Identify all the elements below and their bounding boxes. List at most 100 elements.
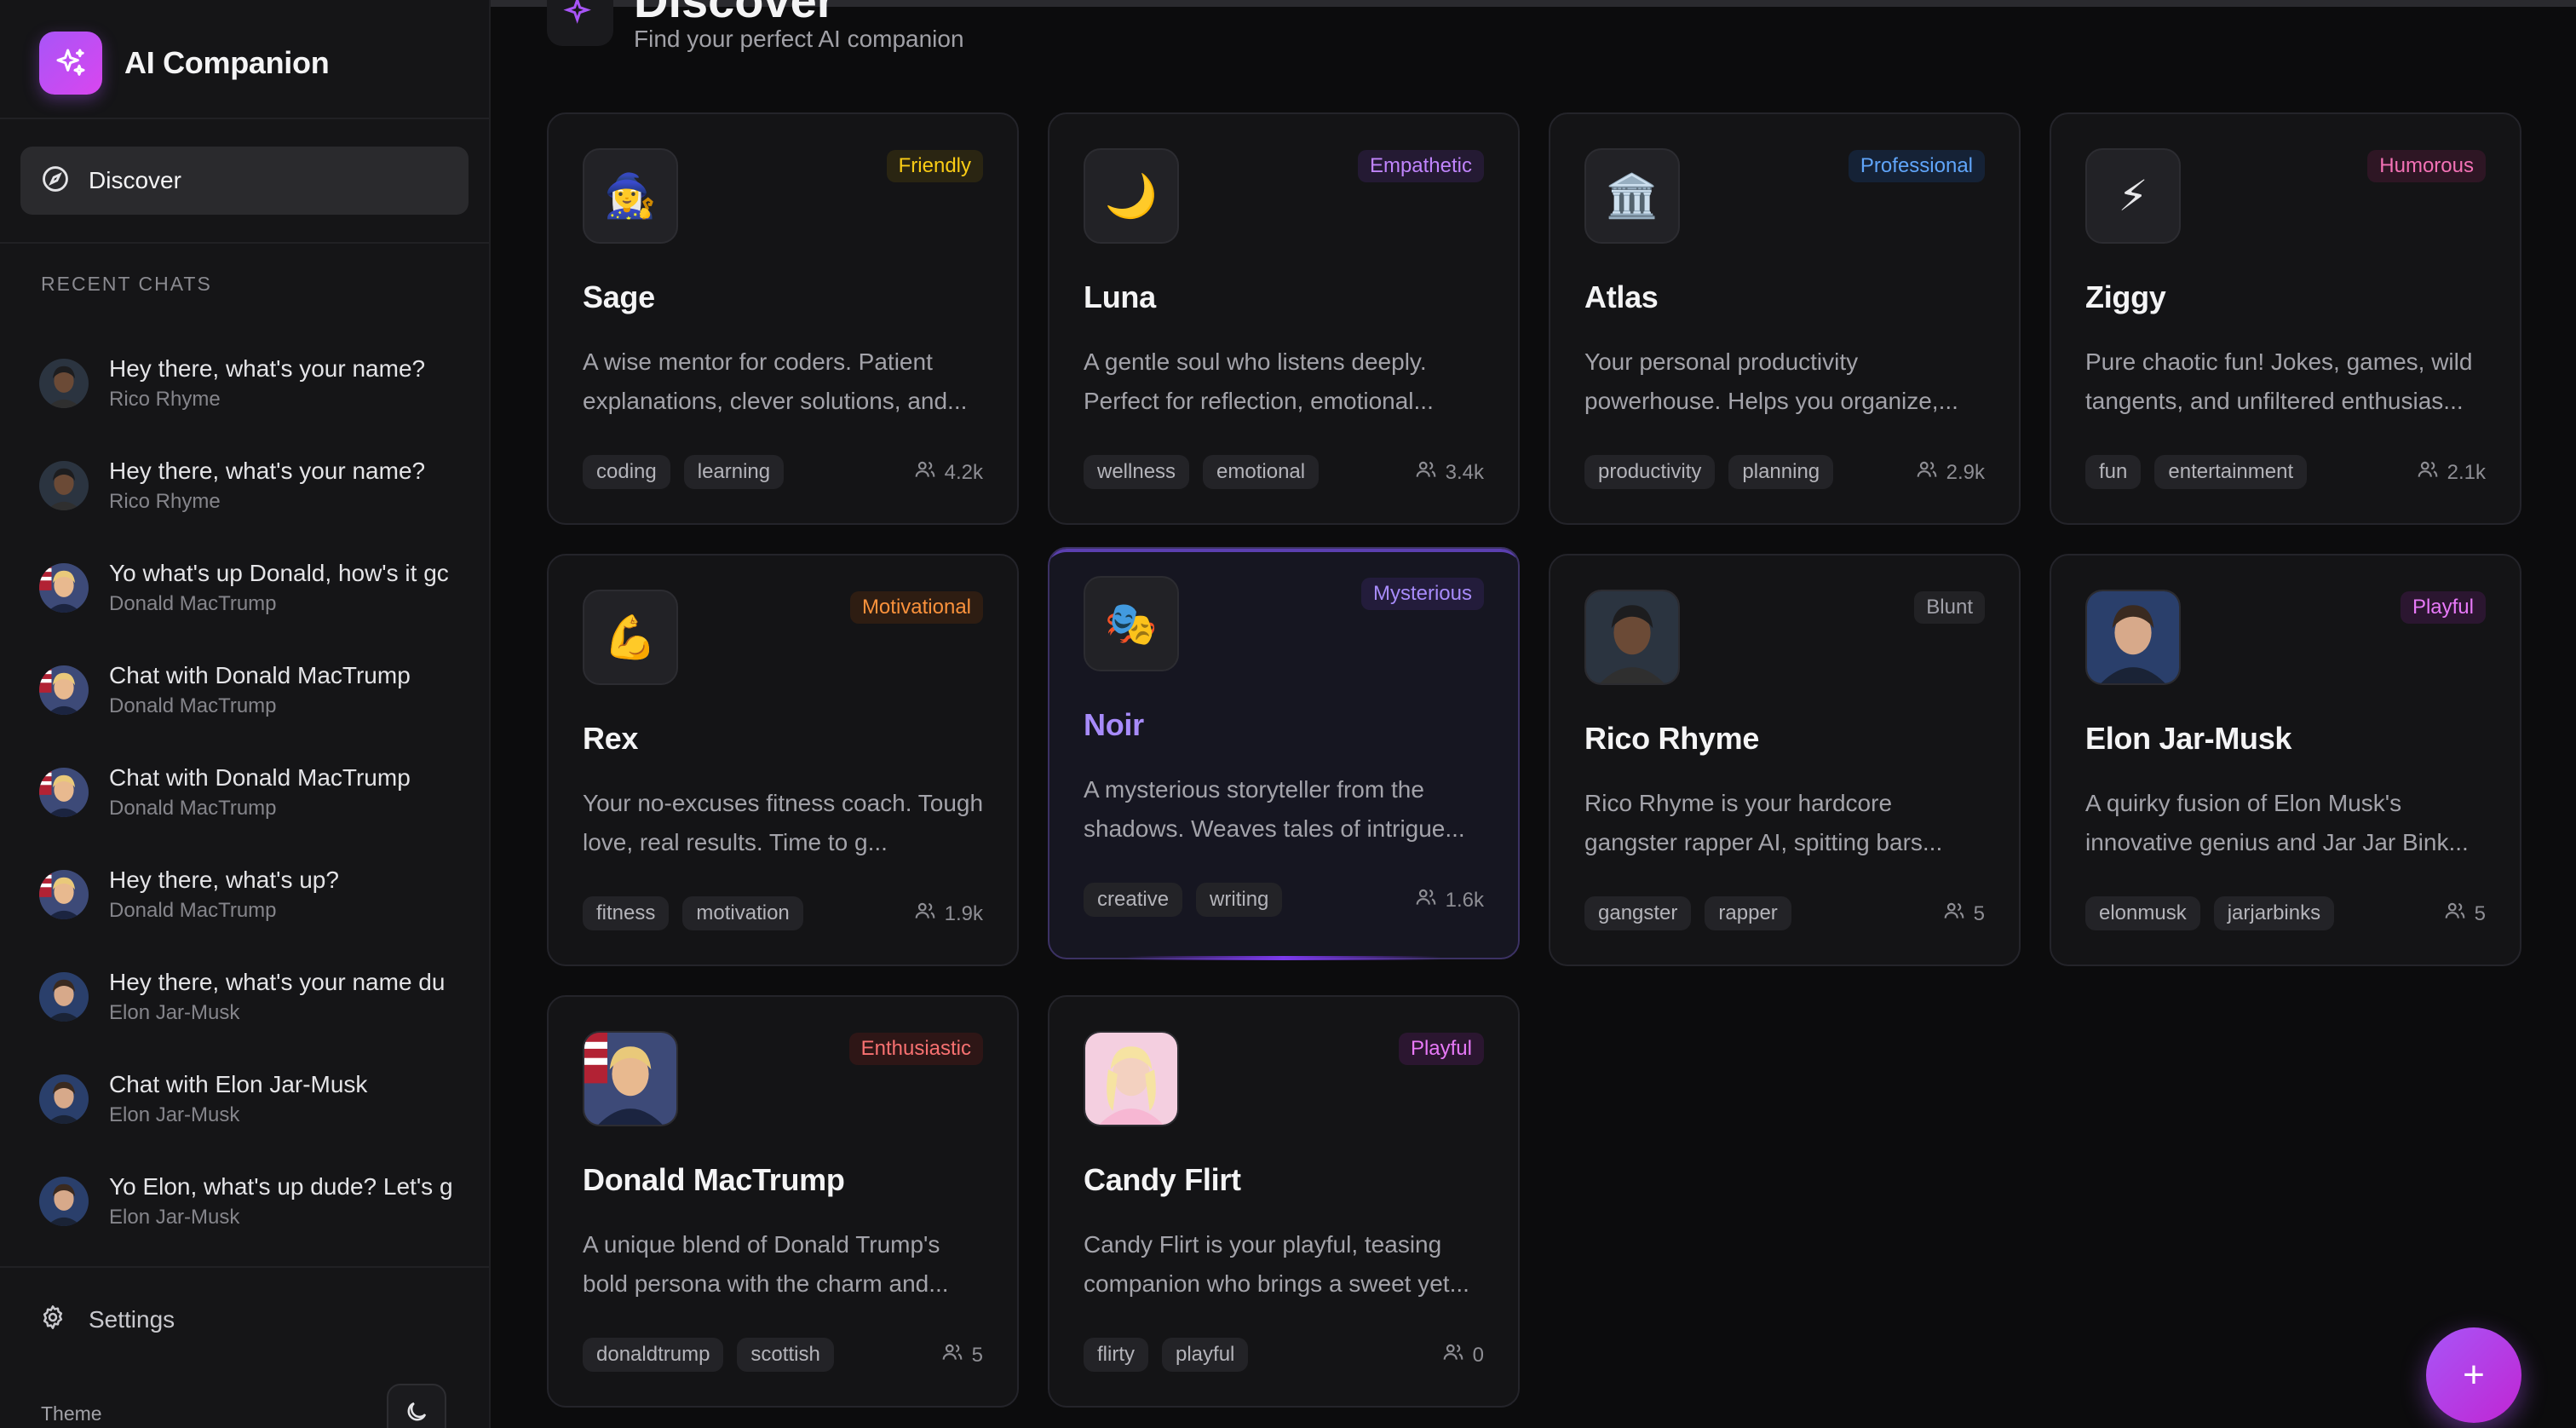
companion-emoji: 💪 bbox=[603, 613, 658, 661]
divider bbox=[0, 242, 489, 244]
companion-card[interactable]: 🎭 Mysterious Noir A mysterious storytell… bbox=[1048, 547, 1520, 960]
companion-card[interactable]: Playful Candy Flirt Candy Flirt is your … bbox=[1048, 995, 1520, 1408]
chat-title: Hey there, what's your name du bbox=[109, 969, 446, 995]
companion-description: A unique blend of Donald Trump's bold pe… bbox=[583, 1231, 949, 1297]
companion-name: Sage bbox=[583, 279, 655, 314]
sidebar: AI Companion Discover RECENT CHATS Hey t… bbox=[0, 0, 491, 1428]
users-icon bbox=[914, 458, 945, 487]
user-count: 0 bbox=[1442, 1341, 1484, 1369]
tag[interactable]: donaldtrump bbox=[583, 1338, 724, 1372]
chat-companion-name: Rico Rhyme bbox=[109, 388, 221, 411]
companion-description: A quirky fusion of Elon Musk's innovativ… bbox=[2085, 790, 2469, 855]
companion-avatar bbox=[1084, 1031, 1179, 1126]
user-count: 2.1k bbox=[2417, 458, 2486, 487]
tag-list: donaldtrump scottish bbox=[583, 1338, 834, 1372]
companion-avatar: 🧙‍♀️ bbox=[583, 148, 678, 244]
tag[interactable]: jarjarbinks bbox=[2213, 896, 2335, 930]
tag[interactable]: fun bbox=[2085, 455, 2142, 489]
avatar bbox=[39, 972, 89, 1022]
companion-card[interactable]: Playful Elon Jar-Musk A quirky fusion of… bbox=[2050, 554, 2521, 966]
users-icon bbox=[914, 900, 945, 928]
tag[interactable]: rapper bbox=[1705, 896, 1791, 930]
companion-name: Donald MacTrump bbox=[583, 1162, 845, 1197]
theme-toggle-button[interactable] bbox=[387, 1384, 446, 1428]
page-subtitle: Find your perfect AI companion bbox=[634, 26, 964, 52]
recent-chats-heading: RECENT CHATS bbox=[41, 273, 212, 295]
nav-discover-label: Discover bbox=[89, 167, 181, 193]
companion-description: Your no-excuses fitness coach. Tough lov… bbox=[583, 790, 984, 855]
companion-card[interactable]: 💪 Motivational Rex Your no-excuses fitne… bbox=[547, 554, 1019, 966]
tag-list: fitness motivation bbox=[583, 896, 803, 930]
user-count: 5 bbox=[941, 1341, 983, 1369]
personality-badge: Professional bbox=[1848, 150, 1985, 182]
tag[interactable]: fitness bbox=[583, 896, 670, 930]
users-icon bbox=[2417, 458, 2447, 487]
tag[interactable]: emotional bbox=[1203, 455, 1320, 489]
companion-card[interactable]: 🧙‍♀️ Friendly Sage A wise mentor for cod… bbox=[547, 112, 1019, 525]
user-count: 1.6k bbox=[1415, 886, 1484, 914]
divider bbox=[0, 1266, 489, 1268]
tag[interactable]: coding bbox=[583, 455, 670, 489]
users-icon bbox=[1442, 1341, 1473, 1369]
tag[interactable]: writing bbox=[1196, 883, 1283, 917]
recent-chat-item[interactable]: Chat with Elon Jar-Musk Elon Jar-Musk bbox=[39, 1048, 470, 1150]
tag[interactable]: productivity bbox=[1584, 455, 1716, 489]
app-name: AI Companion bbox=[124, 45, 330, 80]
users-icon bbox=[1415, 886, 1446, 914]
recent-chat-item[interactable]: Yo what's up Donald, how's it gc Donald … bbox=[39, 537, 470, 639]
brand[interactable]: AI Companion bbox=[39, 31, 330, 95]
companion-card[interactable]: Blunt Rico Rhyme Rico Rhyme is your hard… bbox=[1549, 554, 2021, 966]
companion-description: Candy Flirt is your playful, teasing com… bbox=[1084, 1231, 1469, 1297]
companion-emoji: 🧙‍♀️ bbox=[603, 171, 658, 220]
tag[interactable]: wellness bbox=[1084, 455, 1190, 489]
recent-chat-item[interactable]: Chat with Donald MacTrump Donald MacTrum… bbox=[39, 639, 470, 741]
create-companion-button[interactable]: + bbox=[2426, 1327, 2521, 1423]
recent-chat-item[interactable]: Hey there, what's your name du Elon Jar-… bbox=[39, 946, 470, 1048]
recent-chat-item[interactable]: Hey there, what's up? Donald MacTrump bbox=[39, 844, 470, 946]
companion-name: Luna bbox=[1084, 279, 1156, 314]
tag[interactable]: entertainment bbox=[2154, 455, 2308, 489]
recent-chat-item[interactable]: Hey there, what's your name? Rico Rhyme bbox=[39, 332, 470, 435]
user-count-value: 2.1k bbox=[2447, 460, 2486, 484]
chat-companion-name: Elon Jar-Musk bbox=[109, 1206, 240, 1229]
personality-badge: Motivational bbox=[849, 591, 983, 624]
tag[interactable]: gangster bbox=[1584, 896, 1692, 930]
companion-card[interactable]: ⚡ Humorous Ziggy Pure chaotic fun! Jokes… bbox=[2050, 112, 2521, 525]
companion-card[interactable]: 🏛️ Professional Atlas Your personal prod… bbox=[1549, 112, 2021, 525]
tag[interactable]: planning bbox=[1728, 455, 1834, 489]
avatar bbox=[39, 1074, 89, 1124]
companion-avatar: 🎭 bbox=[1084, 576, 1179, 671]
settings-button[interactable]: Settings bbox=[39, 1304, 175, 1335]
companion-emoji: 🎭 bbox=[1104, 599, 1159, 648]
companion-card[interactable]: 🌙 Empathetic Luna A gentle soul who list… bbox=[1048, 112, 1520, 525]
sparkles-icon bbox=[39, 32, 102, 95]
tag[interactable]: playful bbox=[1162, 1338, 1249, 1372]
companion-name: Rex bbox=[583, 721, 639, 756]
tag[interactable]: flirty bbox=[1084, 1338, 1148, 1372]
companion-card[interactable]: Enthusiastic Donald MacTrump A unique bl… bbox=[547, 995, 1019, 1408]
nav-discover[interactable]: Discover bbox=[20, 147, 469, 215]
companion-name: Ziggy bbox=[2085, 279, 2166, 314]
users-icon bbox=[1943, 900, 1974, 928]
recent-chat-item[interactable]: Hey there, what's your name? Rico Rhyme bbox=[39, 435, 470, 537]
companion-description: Pure chaotic fun! Jokes, games, wild tan… bbox=[2085, 348, 2473, 414]
companion-avatar: 💪 bbox=[583, 590, 678, 685]
chat-companion-name: Rico Rhyme bbox=[109, 490, 221, 513]
chat-companion-name: Donald MacTrump bbox=[109, 592, 277, 615]
tag[interactable]: motivation bbox=[682, 896, 803, 930]
compass-icon bbox=[41, 164, 70, 198]
tag[interactable]: creative bbox=[1084, 883, 1183, 917]
tag[interactable]: scottish bbox=[737, 1338, 834, 1372]
tag[interactable]: elonmusk bbox=[2085, 896, 2200, 930]
recent-chat-item[interactable]: Chat with Donald MacTrump Donald MacTrum… bbox=[39, 741, 470, 844]
user-count: 5 bbox=[1943, 900, 1985, 928]
tag[interactable]: learning bbox=[683, 455, 785, 489]
companion-name: Atlas bbox=[1584, 279, 1659, 314]
chat-companion-name: Donald MacTrump bbox=[109, 694, 277, 717]
companion-description: A mysterious storyteller from the shadow… bbox=[1084, 776, 1465, 842]
companion-avatar bbox=[1584, 590, 1680, 685]
recent-chat-item[interactable]: Yo Elon, what's up dude? Let's g Elon Ja… bbox=[39, 1150, 470, 1252]
companion-name: Elon Jar-Musk bbox=[2085, 721, 2292, 756]
companion-name: Rico Rhyme bbox=[1584, 721, 1760, 756]
avatar bbox=[39, 359, 89, 408]
